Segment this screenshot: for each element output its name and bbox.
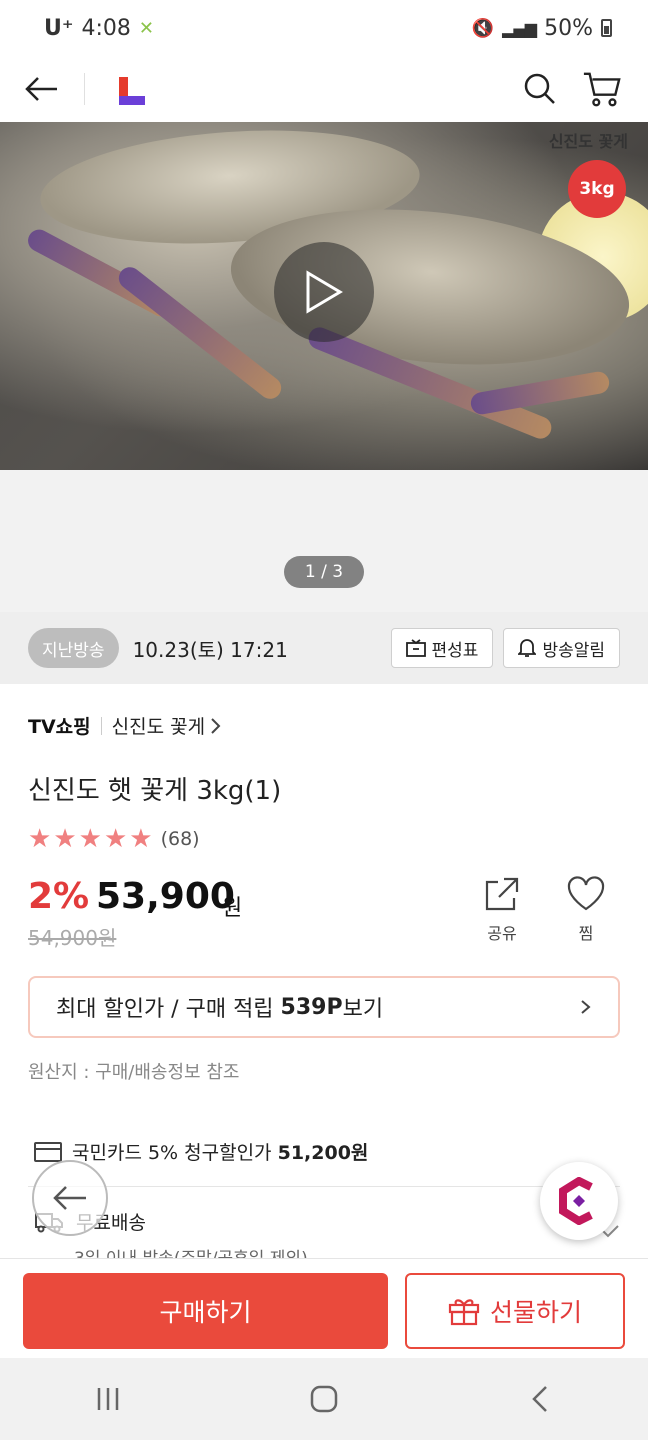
floating-back-button[interactable] <box>32 1160 108 1236</box>
play-video-button[interactable] <box>274 242 374 342</box>
chevron-right-icon <box>581 1000 591 1014</box>
review-count[interactable]: (68) <box>161 828 200 850</box>
header-divider <box>84 73 85 105</box>
carrier-label: U⁺ <box>44 15 74 41</box>
tv-schedule-icon <box>405 639 426 657</box>
status-bar: U⁺ 4:08 ✕ 🔇 ▂▄▆ 50% <box>0 0 648 56</box>
origin-info: 원산지 : 구매/배송정보 참조 <box>28 1062 240 1083</box>
max-discount-suffix: 보기 <box>342 997 384 1022</box>
back-button[interactable] <box>0 56 84 122</box>
discount-rate: 2% <box>28 876 90 917</box>
chevron-left-icon <box>532 1386 547 1412</box>
carousel-page-indicator: 1 / 3 <box>284 556 364 588</box>
gift-button[interactable]: 선물하기 <box>405 1273 625 1349</box>
cart-icon <box>583 72 621 107</box>
clock: 4:08 <box>81 15 131 41</box>
sale-price: 53,900 <box>96 876 235 917</box>
arrow-left-icon <box>25 77 57 101</box>
system-back-button[interactable] <box>510 1369 570 1429</box>
star-icon: ★ <box>78 824 102 854</box>
product-title: 신진도 햇 꽃게 3kg(1) <box>28 776 282 806</box>
category-link[interactable]: 신진도 꽃게 <box>112 712 205 739</box>
recent-apps-icon <box>97 1388 119 1410</box>
chevron-right-icon <box>211 717 221 734</box>
divider <box>28 1186 620 1187</box>
max-discount-prefix: 최대 할인가 / 구매 적립 <box>56 997 281 1022</box>
star-icon: ★ <box>28 824 52 854</box>
lotte-on-c-icon <box>559 1177 593 1225</box>
rating[interactable]: ★ ★ ★ ★ ★ (68) <box>28 826 200 852</box>
heart-icon <box>567 876 605 911</box>
recent-apps-button[interactable] <box>78 1369 138 1429</box>
breadcrumb[interactable]: TV쇼핑 신진도 꽃게 <box>28 712 223 739</box>
schedule-button[interactable]: 편성표 <box>390 628 494 668</box>
arrow-left-icon <box>53 1186 86 1210</box>
star-icon: ★ <box>53 824 77 854</box>
search-button[interactable] <box>520 69 560 109</box>
broadcast-time: 10.23(토) 17:21 <box>132 637 288 662</box>
currency-unit: 원 <box>222 896 243 921</box>
image-tag: 신진도 꽃게 <box>548 132 628 151</box>
home-button[interactable] <box>294 1369 354 1429</box>
product-image[interactable]: 신진도 꽃게 3kg <box>0 122 648 470</box>
gift-label: 선물하기 <box>489 1298 582 1327</box>
card-benefit: 국민카드 5% 청구할인가 51,200원 <box>34 1138 368 1165</box>
original-price: 54,900원 <box>28 926 117 950</box>
product-image-carousel[interactable]: 신진도 꽃게 3kg 1 / 3 <box>0 122 648 612</box>
share-label: 공유 <box>487 924 517 943</box>
lotte-on-logo[interactable] <box>117 69 149 109</box>
past-broadcast-badge: 지난방송 <box>28 628 119 668</box>
app-header <box>0 56 648 122</box>
home-icon <box>310 1385 338 1413</box>
alarm-label: 방송알림 <box>542 640 605 661</box>
weight-badge: 3kg <box>568 160 626 218</box>
wishlist-button[interactable]: 찜 <box>566 876 606 944</box>
max-discount-button[interactable]: 최대 할인가 / 구매 적립 539P 보기 <box>28 976 620 1038</box>
star-icon: ★ <box>129 824 153 854</box>
buy-button[interactable]: 구매하기 <box>23 1273 388 1349</box>
channel-label[interactable]: TV쇼핑 <box>28 712 91 739</box>
bottom-action-bar: 구매하기 선물하기 <box>0 1258 648 1358</box>
mute-icon: 🔇 <box>471 17 495 39</box>
missed-call-icon: ✕ <box>138 17 154 39</box>
wish-label: 찜 <box>578 924 594 943</box>
star-icon: ★ <box>103 824 128 854</box>
card-benefit-price: 51,200원 <box>277 1142 369 1164</box>
schedule-label: 편성표 <box>431 640 479 661</box>
cart-button[interactable] <box>582 69 622 109</box>
share-icon <box>485 877 519 911</box>
bell-icon <box>518 639 537 657</box>
battery-percent: 50% <box>544 15 593 41</box>
system-navigation-bar <box>0 1358 648 1440</box>
credit-card-icon <box>34 1141 62 1162</box>
broadcast-alarm-button[interactable]: 방송알림 <box>503 628 620 668</box>
share-button[interactable]: 공유 <box>484 876 520 944</box>
points-value: 539P <box>280 994 343 1020</box>
gift-icon <box>448 1299 480 1326</box>
card-benefit-text: 국민카드 5% 청구할인가 <box>72 1142 278 1164</box>
play-icon <box>306 270 343 314</box>
battery-icon <box>601 19 612 37</box>
buy-label: 구매하기 <box>159 1298 252 1327</box>
floating-app-button[interactable] <box>540 1162 618 1240</box>
broadcast-bar: 지난방송 10.23(토) 17:21 편성표 방송알림 <box>0 612 648 684</box>
signal-icon: ▂▄▆ <box>502 18 537 38</box>
search-icon <box>524 73 555 104</box>
